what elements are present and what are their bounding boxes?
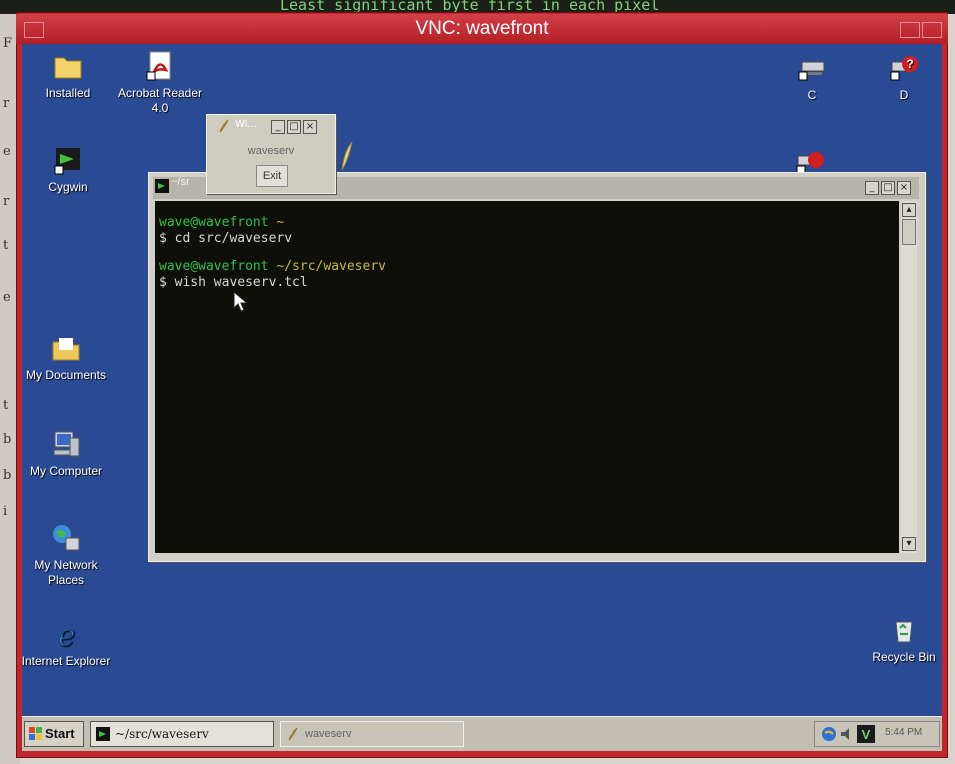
taskbar-button-label: waveserv bbox=[305, 728, 352, 740]
terminal-line: wave@wavefront ~ bbox=[159, 215, 284, 230]
cygwin-icon bbox=[54, 148, 80, 175]
scroll-up-button[interactable]: ▴ bbox=[902, 203, 916, 217]
left-glyph: i bbox=[3, 504, 8, 519]
desktop-icon-cygwin[interactable]: Cygwin bbox=[20, 144, 116, 195]
desktop-icon-my-computer[interactable]: My Computer bbox=[18, 428, 114, 479]
terminal-line: $ wish waveserv.tcl bbox=[159, 275, 308, 290]
left-glyph: e bbox=[3, 290, 11, 305]
left-glyph: r bbox=[3, 194, 10, 209]
vnc-minimize-button[interactable] bbox=[900, 22, 920, 38]
desktop-icon-my-network-places[interactable]: My Network Places bbox=[18, 522, 114, 588]
vnc-tray-icon[interactable]: V bbox=[857, 725, 875, 743]
recycle-bin-icon bbox=[895, 621, 913, 643]
system-tray: V 5:44 PM bbox=[814, 721, 940, 747]
terminal-path: ~/src/waveserv bbox=[268, 259, 386, 274]
svg-text:e: e bbox=[57, 618, 75, 650]
scroll-down-button[interactable]: ▾ bbox=[902, 537, 916, 551]
desktop-icon-label: C bbox=[807, 88, 817, 102]
desktop-icon-drive-c[interactable]: C bbox=[764, 52, 860, 103]
terminal-path: ~ bbox=[268, 215, 285, 230]
terminal-line: $ cd src/waveserv bbox=[159, 231, 292, 246]
terminal-close-button[interactable]: × bbox=[897, 181, 911, 195]
disconnected-drive-icon: ? bbox=[890, 56, 918, 81]
desktop-icon-label: Recycle Bin bbox=[872, 650, 936, 664]
mouse-pointer-icon bbox=[233, 291, 249, 312]
terminal-output[interactable]: wave@wavefront ~ $ cd src/waveserv wave@… bbox=[155, 201, 899, 553]
left-glyph: b bbox=[3, 432, 12, 447]
desktop-icon-internet-explorer[interactable]: e Internet Explorer bbox=[18, 618, 114, 669]
desktop-icon-recycle-bin[interactable]: Recycle Bin bbox=[856, 614, 952, 665]
desktop-icon-label: My Network Places bbox=[34, 558, 98, 587]
feather-icon bbox=[219, 119, 229, 133]
cygwin-icon bbox=[155, 179, 169, 193]
left-glyph: r bbox=[3, 96, 10, 111]
start-label: Start bbox=[45, 726, 75, 741]
left-glyph: e bbox=[3, 144, 11, 159]
desktop-icon-my-documents[interactable]: My Documents bbox=[18, 332, 114, 383]
desktop-icon-label: My Documents bbox=[25, 368, 107, 382]
terminal-title: ~/sr bbox=[171, 176, 190, 188]
left-glyph: b bbox=[3, 468, 12, 483]
vnc-window-title: VNC: wavefront bbox=[415, 18, 549, 39]
vnc-maximize-button[interactable] bbox=[922, 22, 942, 38]
network-icon bbox=[53, 525, 80, 551]
desktop-icon-installed[interactable]: Installed bbox=[20, 50, 116, 101]
desktop-icon-drive-partial[interactable] bbox=[794, 146, 828, 172]
wish-close-button[interactable]: × bbox=[303, 120, 317, 134]
terminal-command: $ cd src/waveserv bbox=[159, 231, 293, 246]
desktop-icon-label: D bbox=[899, 88, 909, 102]
wish-title: Wi... bbox=[235, 119, 257, 130]
cygwin-icon bbox=[96, 727, 110, 741]
desktop-icon-label: Acrobat Reader 4.0 bbox=[117, 86, 203, 115]
terminal-prompt: wave@wavefront bbox=[159, 259, 269, 274]
feather-icon bbox=[288, 727, 298, 741]
desktop-icon-label: Installed bbox=[45, 86, 91, 100]
desktop-icon-drive-d[interactable]: ? D bbox=[856, 52, 952, 103]
wish-label: waveserv bbox=[247, 145, 295, 157]
taskbar-button-label: ~/src/waveserv bbox=[115, 727, 209, 741]
wish-minimize-button[interactable]: _ bbox=[271, 120, 285, 134]
feather-icon bbox=[341, 141, 353, 171]
left-glyph: F bbox=[3, 36, 13, 51]
wish-window: Wi... _ □ × waveserv Exit bbox=[206, 114, 336, 194]
terminal-line: wave@wavefront ~/src/waveserv bbox=[159, 259, 386, 274]
left-glyph: t bbox=[3, 398, 9, 413]
taskbar-button-terminal[interactable]: ~/src/waveserv bbox=[90, 721, 274, 747]
wish-maximize-button[interactable]: □ bbox=[287, 120, 301, 134]
terminal-window: ~/sr _ □ × wave@wavefront ~ $ cd src/wav… bbox=[148, 172, 926, 562]
desktop-icon-acrobat-reader[interactable]: Acrobat Reader 4.0 bbox=[112, 50, 208, 116]
volume-icon[interactable] bbox=[839, 726, 855, 742]
computer-icon bbox=[53, 431, 80, 457]
desktop-icon-label: Internet Explorer bbox=[21, 654, 111, 668]
taskbar-clock: 5:44 PM bbox=[885, 727, 923, 738]
svg-text:V: V bbox=[862, 727, 871, 742]
desktop-icon-label: My Computer bbox=[29, 464, 103, 478]
terminal-maximize-button[interactable]: □ bbox=[881, 181, 895, 195]
left-glyph: t bbox=[3, 238, 9, 253]
folder-icon bbox=[54, 57, 82, 79]
acrobat-icon bbox=[146, 51, 171, 81]
terminal-command: $ wish waveserv.tcl bbox=[159, 275, 308, 290]
exit-button[interactable]: Exit bbox=[256, 165, 288, 187]
terminal-minimize-button[interactable]: _ bbox=[865, 181, 879, 195]
windows-logo-icon bbox=[29, 727, 42, 740]
start-button[interactable]: Start bbox=[24, 721, 84, 747]
taskbar-button-waveserv[interactable]: waveserv bbox=[280, 721, 464, 747]
scroll-thumb[interactable] bbox=[902, 219, 916, 245]
documents-folder-icon bbox=[52, 338, 80, 361]
internet-explorer-icon: e bbox=[57, 618, 76, 650]
network-drive-icon bbox=[798, 61, 825, 81]
terminal-scrollbar[interactable]: ▴ ▾ bbox=[901, 201, 917, 553]
terminal-prompt: wave@wavefront bbox=[159, 215, 269, 230]
network-status-icon[interactable] bbox=[821, 726, 837, 742]
desktop-icon-label: Cygwin bbox=[48, 180, 88, 194]
svg-text:?: ? bbox=[906, 57, 913, 71]
disconnected-drive-icon bbox=[796, 152, 824, 172]
